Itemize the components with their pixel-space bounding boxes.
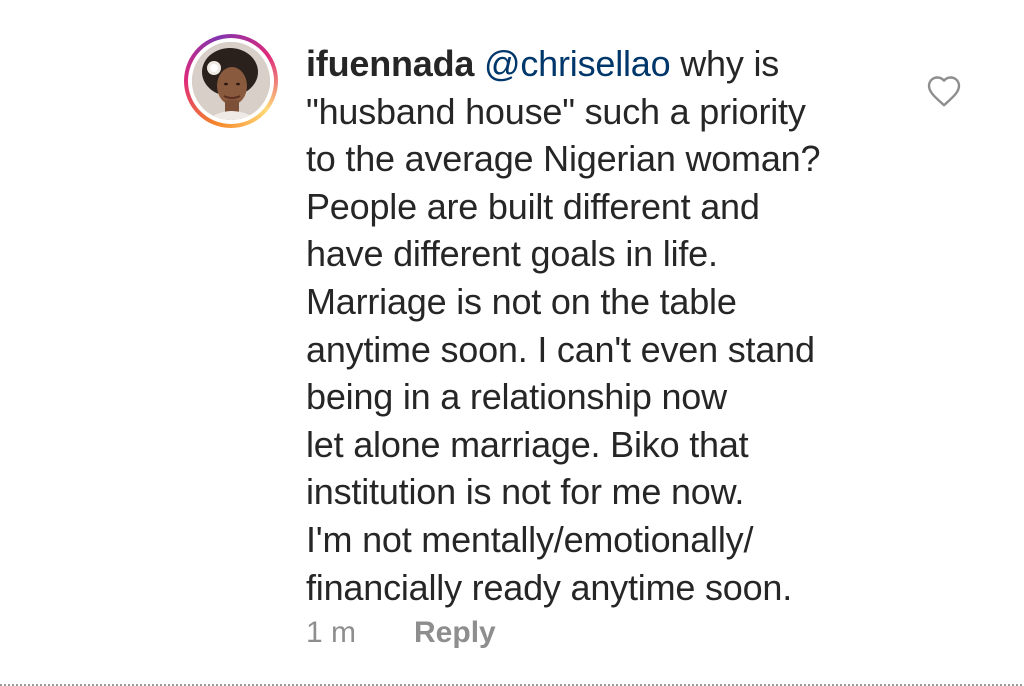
heart-outline-icon[interactable]	[926, 74, 962, 108]
comment-line: People are built different and	[306, 185, 760, 227]
comment-line: let alone marriage. Biko that	[306, 423, 749, 465]
comment-line: Marriage is not on the table	[306, 280, 737, 322]
comment-line: anytime soon. I can't even stand	[306, 328, 815, 370]
reply-button[interactable]: Reply	[414, 616, 496, 650]
comment-line: financially ready anytime soon.	[306, 566, 793, 608]
comment-line: to the average Nigerian woman?	[306, 138, 821, 180]
comment-line: institution is not for me now.	[306, 471, 745, 513]
comment-line: I'm not mentally/emotionally/	[306, 518, 754, 560]
comment-first-line-text: why is	[670, 43, 780, 84]
timestamp: 1 m	[306, 616, 357, 649]
comment-line: being in a relationship now	[306, 376, 727, 418]
comment-line: have different goals in life.	[306, 233, 718, 275]
profile-photo-icon	[192, 42, 270, 120]
comment-line: "husband house" such a priority	[306, 90, 806, 132]
avatar-image	[192, 42, 270, 120]
mention-link[interactable]: @chrisellao	[484, 43, 671, 84]
avatar[interactable]	[184, 34, 278, 128]
avatar-gap	[188, 38, 274, 124]
comment-first-line: ifuennada @chrisellao why is	[306, 40, 906, 88]
comment-text: ifuennada @chrisellao why is "husband ho…	[306, 40, 906, 611]
comment-item: ifuennada @chrisellao why is "husband ho…	[0, 0, 1024, 686]
username-link[interactable]: ifuennada	[306, 43, 474, 84]
comment-meta: 1 m Reply	[306, 616, 496, 650]
